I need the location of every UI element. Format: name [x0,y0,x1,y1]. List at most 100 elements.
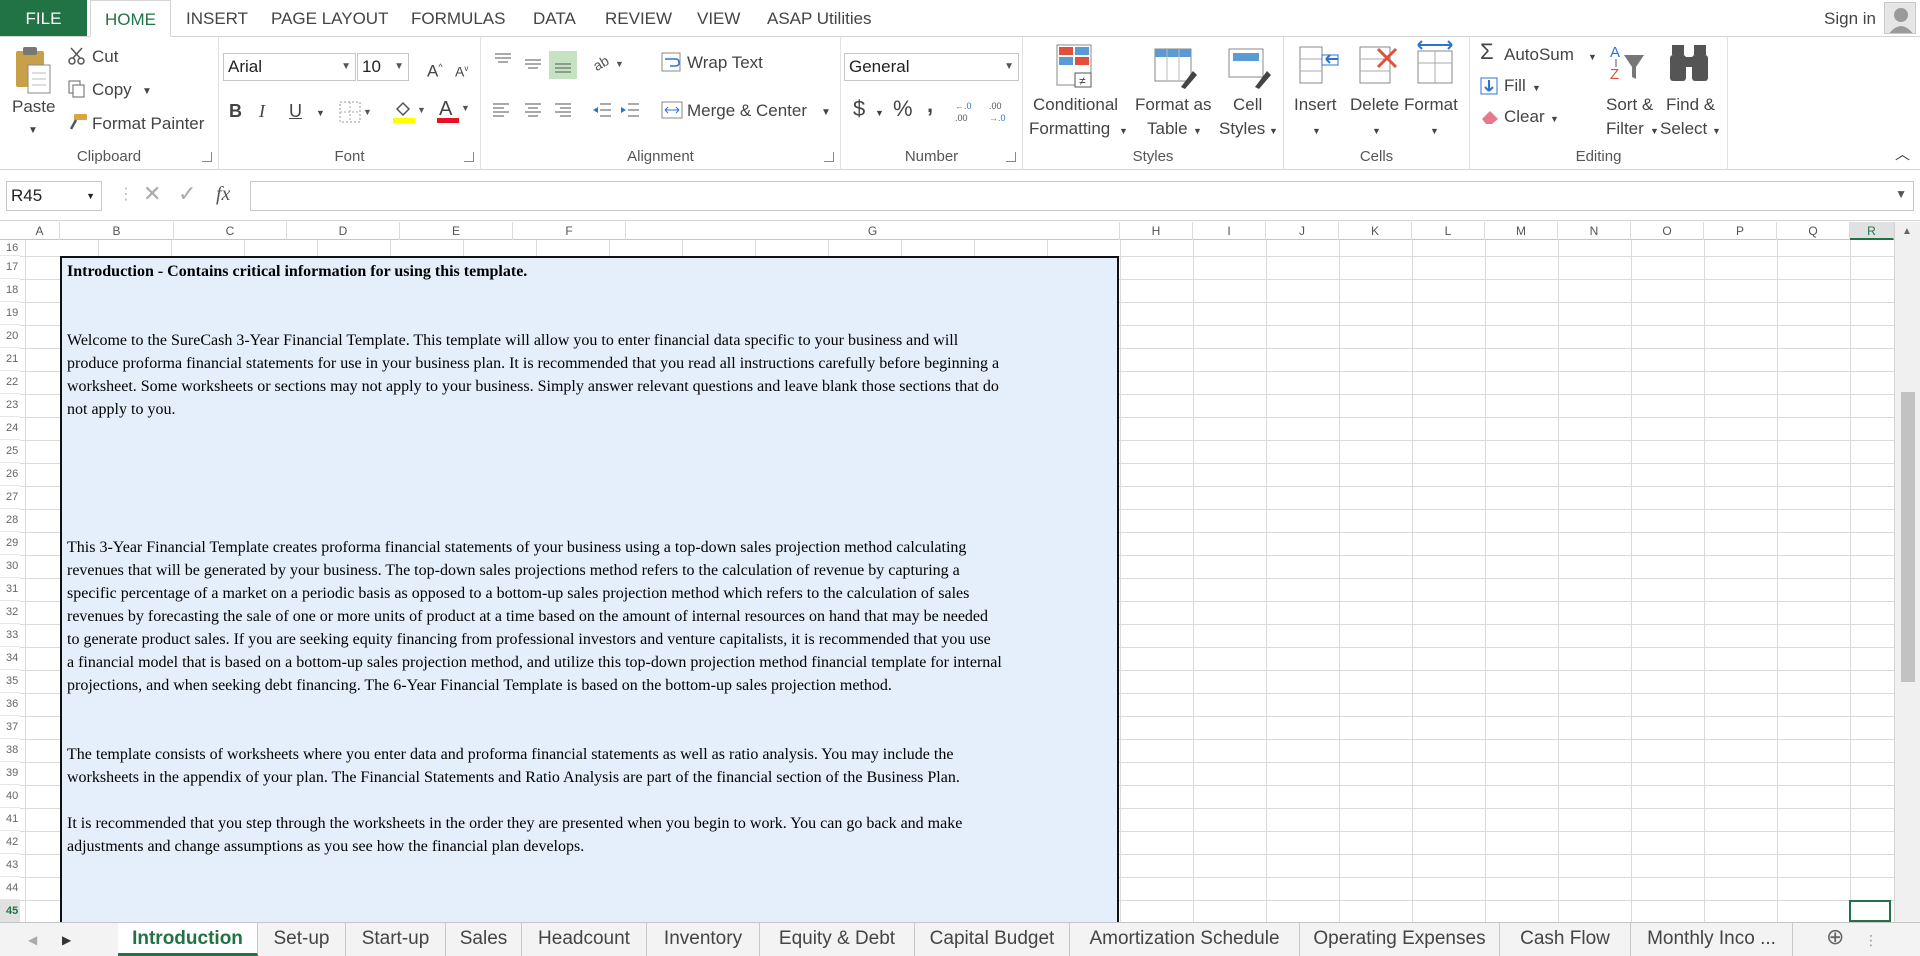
row-header[interactable]: 34 [0,647,20,670]
fill-button[interactable]: Fill [1504,76,1526,96]
align-bottom-icon[interactable] [549,51,577,79]
row-header[interactable]: 36 [0,693,20,716]
row-header[interactable]: 18 [0,279,20,302]
format-painter-button[interactable]: Format Painter [92,114,204,134]
autosum-dropdown-icon[interactable]: ▼ [1588,47,1597,67]
font-size-select[interactable]: 10 ▼ [357,53,409,81]
align-center-icon[interactable] [523,101,543,124]
decrease-decimal-icon[interactable]: .00 →.0 [987,99,1013,130]
column-header[interactable]: C [174,222,287,240]
format-as-table-button[interactable]: Format as [1135,95,1212,115]
row-header[interactable]: 27 [0,486,20,509]
insert-function-button[interactable]: fx [216,184,230,204]
column-header[interactable]: K [1339,222,1412,240]
column-header[interactable]: O [1631,222,1704,240]
row-header[interactable]: 33 [0,624,20,647]
prev-sheet-icon[interactable]: ◀ [28,930,37,950]
paste-icon[interactable] [12,45,52,102]
tab-file[interactable]: FILE [0,0,87,37]
column-header[interactable]: E [400,222,513,240]
sheet-tab-cash-flow[interactable]: Cash Flow [1500,923,1631,956]
tab-home[interactable]: HOME [90,0,171,37]
sheet-tab-sales[interactable]: Sales [446,923,522,956]
decrease-indent-icon[interactable] [591,101,613,124]
align-top-icon[interactable] [493,51,513,74]
paste-dropdown-icon[interactable]: ▼ [28,121,38,141]
sheet-tab-amortization-schedule[interactable]: Amortization Schedule [1070,923,1300,956]
column-header[interactable]: M [1485,222,1558,240]
format-dropdown-icon[interactable]: ▼ [1430,121,1439,141]
cell-styles-label[interactable]: Styles [1219,119,1265,139]
sort-filter-label[interactable]: Filter [1606,119,1644,139]
scroll-up-icon[interactable]: ▲ [1902,226,1912,237]
row-header[interactable]: 40 [0,785,20,808]
column-header[interactable]: L [1412,222,1485,240]
autosum-button[interactable]: AutoSum [1504,45,1574,65]
row-header[interactable]: 38 [0,739,20,762]
row-header[interactable]: 44 [0,877,20,900]
increase-font-icon[interactable]: A^ [427,57,443,82]
row-header[interactable]: 37 [0,716,20,739]
percent-button[interactable]: % [893,98,913,120]
column-header[interactable]: N [1558,222,1631,240]
increase-decimal-icon[interactable]: ←.0.00 [953,99,979,130]
next-sheet-icon[interactable]: ▶ [62,930,71,950]
find-select-button[interactable]: Find & [1666,95,1715,115]
row-header[interactable]: 30 [0,555,20,578]
sheet-tab-monthly-income[interactable]: Monthly Inco ... [1631,923,1793,956]
fill-dropdown-icon[interactable]: ▼ [1532,78,1541,98]
column-header[interactable]: F [513,222,626,240]
row-header[interactable]: 20 [0,325,20,348]
underline-button[interactable]: U [289,101,302,121]
cell-styles-button[interactable]: Cell [1233,95,1262,115]
row-header-selected[interactable]: 45 [0,900,20,922]
select-dropdown-icon[interactable]: ▼ [1712,121,1721,141]
delete-cells-button[interactable]: Delete [1350,95,1399,115]
row-header[interactable]: 29 [0,532,20,555]
bold-button[interactable]: B [229,101,242,121]
column-header[interactable]: B [60,222,174,240]
sheet-tab-introduction[interactable]: Introduction [118,923,258,956]
italic-button[interactable]: I [259,101,265,121]
tab-data[interactable]: DATA [533,0,576,37]
cancel-icon[interactable]: ✕ [143,183,161,205]
row-header[interactable]: 41 [0,808,20,831]
row-header[interactable]: 32 [0,601,20,624]
insert-dropdown-icon[interactable]: ▼ [1312,121,1321,141]
conditional-dropdown-icon[interactable]: ▼ [1119,121,1128,141]
tab-asap-utilities[interactable]: ASAP Utilities [767,0,872,37]
row-header[interactable]: 43 [0,854,20,877]
merge-dropdown-icon[interactable]: ▼ [821,103,831,123]
borders-icon[interactable]: ▼ [339,101,372,128]
introduction-text-box[interactable]: Introduction - Contains critical informa… [60,256,1119,922]
tab-view[interactable]: VIEW [697,0,740,37]
comma-button[interactable]: , [927,94,933,116]
sheet-tab-set-up[interactable]: Set-up [258,923,346,956]
currency-button[interactable]: $ [853,98,865,120]
column-header[interactable]: I [1193,222,1266,240]
paste-button[interactable]: Paste [12,97,55,117]
delete-dropdown-icon[interactable]: ▼ [1372,121,1381,141]
row-header[interactable]: 31 [0,578,20,601]
tab-formulas[interactable]: FORMULAS [411,0,505,37]
format-as-table-label[interactable]: Table [1147,119,1188,139]
wrap-text-button[interactable]: Wrap Text [687,53,763,73]
sort-filter-button[interactable]: Sort & [1606,95,1653,115]
scroll-thumb[interactable] [1901,392,1915,682]
enter-check-icon[interactable]: ✓ [178,183,196,205]
row-header[interactable]: 16 [0,240,20,256]
column-header[interactable]: D [287,222,400,240]
formula-bar-resize-icon[interactable]: ⋮ [118,185,134,205]
copy-dropdown-icon[interactable]: ▼ [142,82,152,102]
copy-button[interactable]: Copy [92,80,132,100]
tab-insert[interactable]: INSERT [186,0,248,37]
number-format-select[interactable]: General ▼ [844,53,1019,81]
clipboard-launcher-icon[interactable] [202,152,212,162]
font-name-select[interactable]: Arial ▼ [223,53,356,81]
conditional-formatting-button[interactable]: Conditional [1033,95,1118,115]
orientation-icon[interactable]: ab ▼ [590,52,625,78]
fill-color-icon[interactable]: ▼ [391,99,427,130]
avatar[interactable] [1884,2,1916,34]
row-header[interactable]: 28 [0,509,20,532]
sheet-tab-equity-debt[interactable]: Equity & Debt [760,923,915,956]
